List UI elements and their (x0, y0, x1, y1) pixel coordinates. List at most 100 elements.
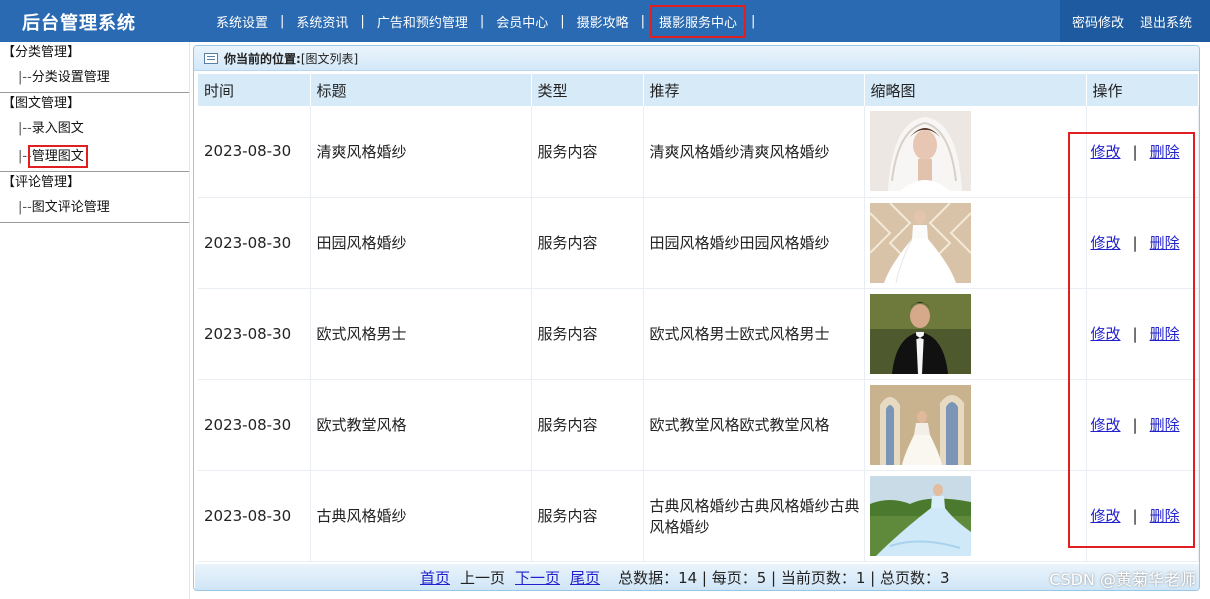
app-title: 后台管理系统 (22, 13, 136, 34)
delete-link[interactable]: 删除 (1150, 325, 1180, 343)
sidebar-item-category-settings[interactable]: |--分类设置管理 (0, 64, 189, 92)
column-header-actions: 操作 (1086, 74, 1199, 106)
sidebar-group-title: 【分类管理】 (2, 45, 81, 60)
cell-actions: 修改 | 删除 (1086, 288, 1199, 380)
tree-prefix: |-- (18, 149, 32, 164)
cell-thumbnail (864, 106, 1087, 198)
sidebar-group-comments: 【评论管理】 |--图文评论管理 (0, 172, 189, 223)
nav-separator: | (479, 13, 485, 29)
column-header-type: 类型 (531, 74, 644, 106)
cell-type: 服务内容 (531, 106, 644, 198)
cell-recommend: 欧式教堂风格欧式教堂风格 (643, 379, 865, 471)
account-actions: 密码修改 退出系统 (1059, 0, 1210, 42)
nav-separator: | (360, 13, 365, 29)
cell-recommend: 古典风格婚纱古典风格婚纱古典风格婚纱 (643, 470, 865, 562)
edit-link[interactable]: 修改 (1091, 234, 1121, 252)
table-row: 2023-08-30 清爽风格婚纱 服务内容 清爽风格婚纱清爽风格婚纱 修改 |… (198, 106, 1199, 198)
column-header-time: 时间 (198, 74, 311, 106)
tree-prefix: |-- (18, 70, 32, 85)
nav-system-news[interactable]: 系统资讯 (292, 10, 352, 33)
sidebar-item-add-content[interactable]: |--录入图文 (0, 115, 189, 143)
sidebar-item-manage-content[interactable]: |--管理图文 (0, 143, 189, 171)
next-page-link[interactable]: 下一页 (515, 567, 560, 588)
sidebar-item-comment-management[interactable]: |--图文评论管理 (0, 194, 189, 222)
cell-type: 服务内容 (531, 288, 644, 380)
first-page-link[interactable]: 首页 (420, 567, 450, 588)
top-bar: 后台管理系统 系统设置 | 系统资讯 | 广告和预约管理 | 会员中心 | 摄影… (0, 0, 1210, 42)
nav-separator: | (751, 13, 756, 29)
thumbnail-bride-lace-veil (869, 111, 971, 192)
delete-link[interactable]: 删除 (1150, 143, 1180, 161)
sidebar-item-label: 录入图文 (31, 121, 84, 136)
cell-title: 古典风格婚纱 (310, 470, 532, 562)
cell-actions: 修改 | 删除 (1086, 379, 1199, 471)
cell-thumbnail (864, 379, 1087, 471)
edit-link[interactable]: 修改 (1091, 143, 1121, 161)
cell-recommend: 欧式风格男士欧式风格男士 (643, 288, 865, 380)
tree-prefix: |-- (18, 121, 32, 136)
nav-photo-service-center[interactable]: 摄影服务中心 (650, 4, 747, 38)
cell-time: 2023-08-30 (198, 106, 311, 198)
edit-link[interactable]: 修改 (1091, 416, 1121, 434)
table-row: 2023-08-30 欧式风格男士 服务内容 欧式风格男士欧式风格男士 修改 |… (198, 288, 1199, 380)
nav-separator: | (280, 13, 285, 29)
nav-system-settings[interactable]: 系统设置 (212, 10, 272, 33)
nav-ads-booking[interactable]: 广告和预约管理 (373, 10, 472, 33)
table-header-row: 时间 标题 类型 推荐 缩略图 操作 (198, 74, 1199, 106)
table-row: 2023-08-30 古典风格婚纱 服务内容 古典风格婚纱古典风格婚纱古典风格婚… (198, 470, 1199, 562)
table-row: 2023-08-30 欧式教堂风格 服务内容 欧式教堂风格欧式教堂风格 修改 |… (198, 379, 1199, 471)
pagination-stats: 总数据：14 | 每页：5 | 当前页数：1 | 总页数：3 (618, 568, 950, 587)
last-page-link[interactable]: 尾页 (570, 567, 600, 588)
cell-time: 2023-08-30 (198, 470, 311, 562)
cell-actions: 修改 | 删除 (1086, 470, 1199, 562)
cell-thumbnail (864, 288, 1087, 380)
breadcrumb: 你当前的位置: [图文列表] (194, 46, 1199, 71)
sidebar-group-content: 【图文管理】 |--录入图文 |--管理图文 (0, 93, 189, 172)
action-separator: | (1132, 142, 1138, 161)
cell-type: 服务内容 (531, 197, 644, 289)
delete-link[interactable]: 删除 (1150, 507, 1180, 525)
cell-title: 田园风格婚纱 (310, 197, 532, 289)
sidebar-item-label: 分类设置管理 (31, 70, 110, 85)
nav-separator: | (560, 13, 565, 29)
cell-title: 欧式教堂风格 (310, 379, 532, 471)
delete-link[interactable]: 删除 (1150, 416, 1180, 434)
action-separator: | (1132, 416, 1138, 434)
nav-photo-guide[interactable]: 摄影攻略 (573, 10, 633, 33)
thumbnail-church-bride (869, 384, 971, 465)
column-header-recommend: 推荐 (643, 74, 865, 106)
cell-thumbnail (864, 197, 1087, 289)
table-row: 2023-08-30 田园风格婚纱 服务内容 田园风格婚纱田园风格婚纱 修改 |… (198, 197, 1199, 289)
content-table: 时间 标题 类型 推荐 缩略图 操作 2023-08-30 清爽风格婚纱 服务内… (198, 74, 1199, 562)
sidebar-group-category: 【分类管理】 |--分类设置管理 (0, 42, 189, 93)
sidebar-group-title: 【图文管理】 (2, 96, 81, 111)
change-password-link[interactable]: 密码修改 (1072, 12, 1124, 31)
watermark: CSDN @黄菊华老师 (1049, 570, 1196, 589)
sidebar-item-label: 管理图文 (27, 145, 88, 168)
thumbnail-groom-tuxedo (869, 293, 971, 374)
prev-page-text: 上一页 (460, 568, 506, 587)
edit-link[interactable]: 修改 (1091, 507, 1121, 525)
edit-link[interactable]: 修改 (1091, 325, 1121, 343)
cell-time: 2023-08-30 (198, 197, 311, 289)
column-header-title: 标题 (310, 74, 532, 106)
cell-time: 2023-08-30 (198, 379, 311, 471)
delete-link[interactable]: 删除 (1150, 234, 1180, 252)
action-separator: | (1132, 234, 1138, 252)
cell-actions: 修改 | 删除 (1086, 106, 1199, 198)
action-separator: | (1132, 507, 1138, 525)
nav-member-center[interactable]: 会员中心 (492, 10, 552, 33)
sidebar-group-title: 【评论管理】 (2, 175, 81, 190)
cell-title: 欧式风格男士 (310, 288, 532, 380)
breadcrumb-current: [图文列表] (300, 51, 359, 66)
column-header-thumbnail: 缩略图 (864, 74, 1087, 106)
thumbnail-classic-blue-gown (869, 475, 971, 556)
sidebar: 【分类管理】 |--分类设置管理 【图文管理】 |--录入图文 |--管理图文 … (0, 42, 190, 599)
cell-recommend: 清爽风格婚纱清爽风格婚纱 (643, 106, 865, 198)
cell-type: 服务内容 (531, 470, 644, 562)
breadcrumb-lead: 你当前的位置: (224, 51, 301, 66)
sidebar-item-label: 图文评论管理 (31, 200, 110, 215)
main-nav: 系统设置 | 系统资讯 | 广告和预约管理 | 会员中心 | 摄影攻略 | 摄影… (212, 0, 763, 42)
logout-link[interactable]: 退出系统 (1140, 12, 1192, 31)
cell-actions: 修改 | 删除 (1086, 197, 1199, 289)
